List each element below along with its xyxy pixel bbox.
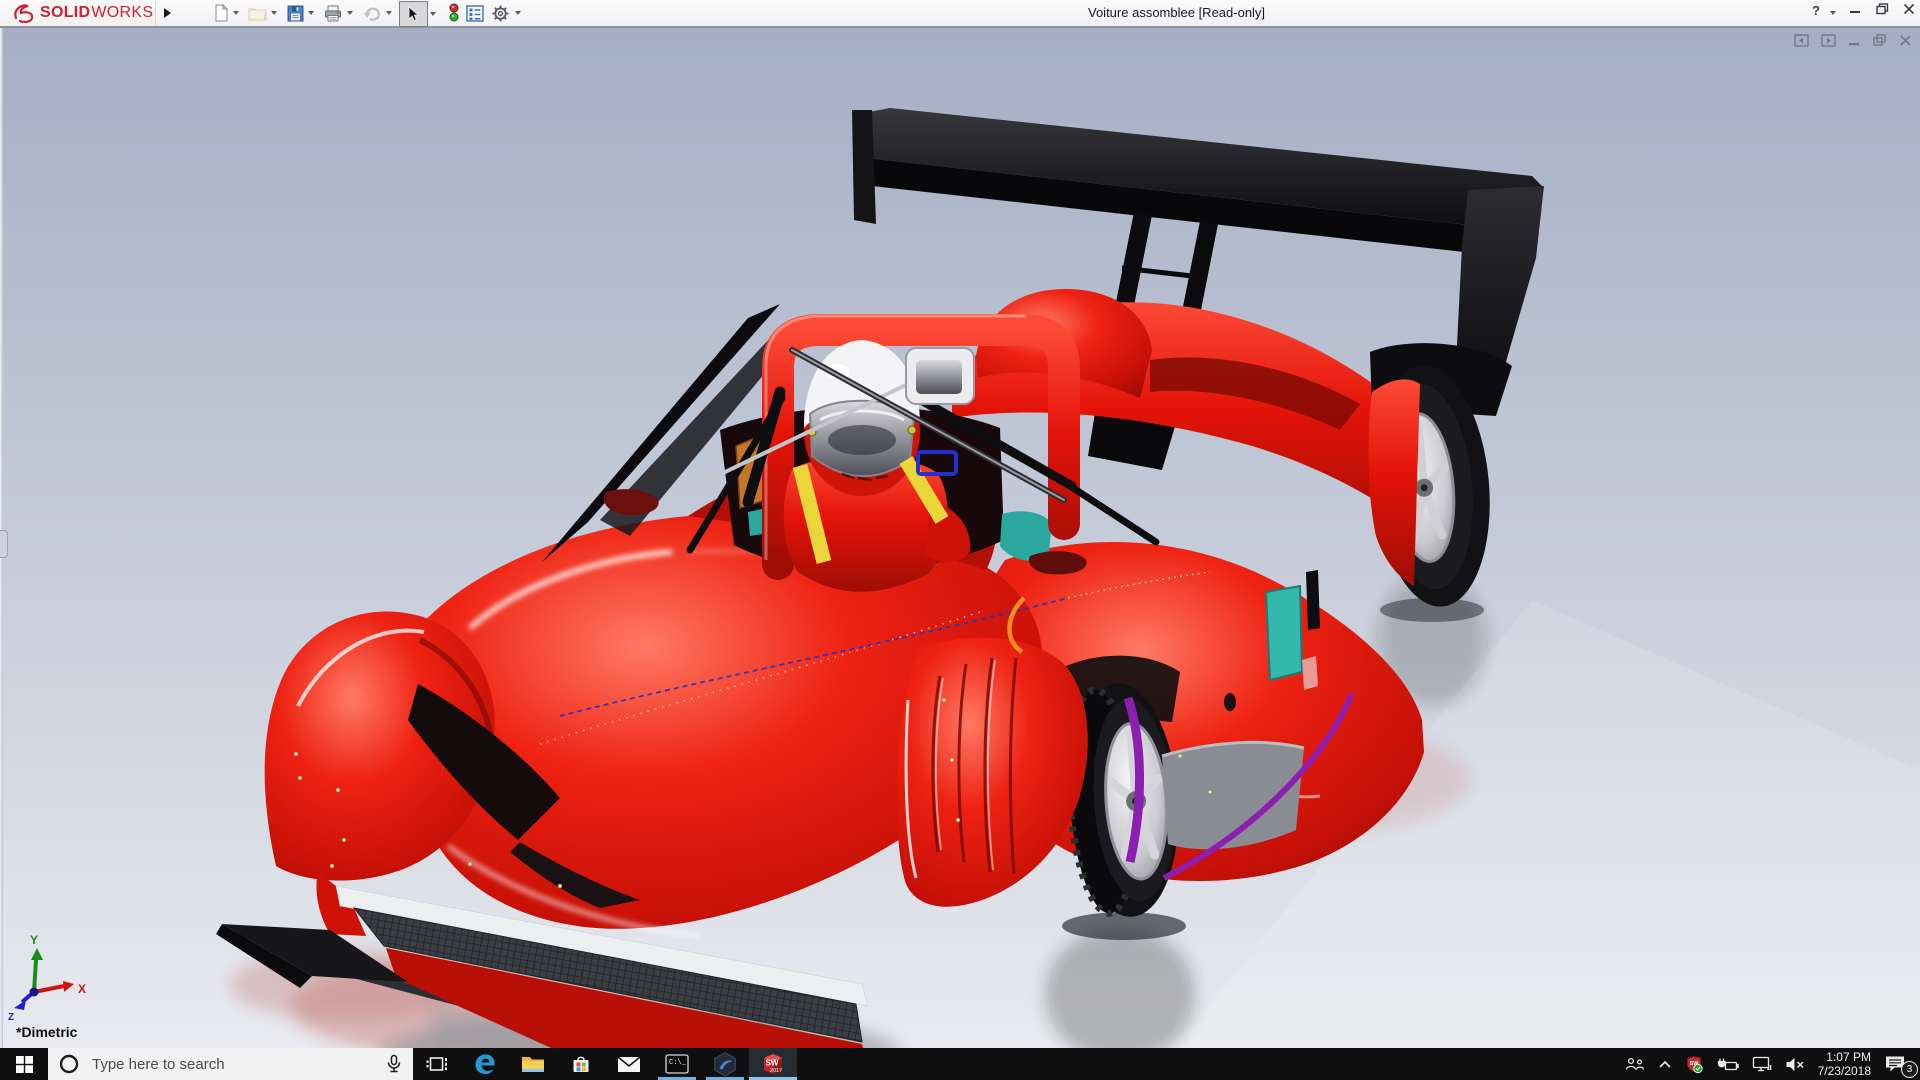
edge-button[interactable] [461,1048,509,1080]
triad-x-label: X [78,982,86,996]
edge-icon [473,1052,497,1076]
clock-date: 7/23/2018 [1818,1064,1871,1078]
doc-close-icon[interactable] [1899,34,1912,47]
solidworks-2017-icon: SW 2017 [759,1050,787,1078]
mail-icon [617,1056,641,1073]
hexagon-3d-app-icon [712,1051,738,1077]
tile-right-icon[interactable] [1821,34,1836,47]
command-prompt-icon: C:\_ [665,1054,689,1074]
microphone-icon[interactable] [385,1054,403,1074]
window-title: Voiture assomblee [Read-only] [1088,5,1265,20]
cortana-icon [58,1053,80,1075]
menu-flyout-arrow[interactable] [155,1,178,25]
people-icon[interactable] [1625,1056,1645,1072]
options-dropdown[interactable] [515,11,521,15]
file-explorer-button[interactable] [509,1048,557,1080]
save-dropdown[interactable] [308,11,314,15]
triad-y-label: Y [30,933,38,947]
task-view-icon [426,1055,448,1073]
panel-splitter-handle[interactable] [0,530,8,558]
side-mirror-right [1029,551,1087,574]
doc-minimize-icon[interactable] [1848,34,1861,47]
start-button[interactable] [0,1048,48,1080]
task-view-button[interactable] [413,1048,461,1080]
brand-solid: SOLID [40,4,90,22]
system-tray: SW 1:07 PM 7/23/2018 [1625,1048,1920,1080]
triad-z-label: Z [8,1012,14,1023]
restore-button[interactable] [1872,3,1892,18]
print-dropdown[interactable] [347,11,353,15]
document-window-controls [1794,34,1912,47]
sw-label: SW [766,1059,779,1068]
model-canvas[interactable]: Y X Z [0,28,1920,1080]
windows-logo-icon [16,1056,33,1073]
undo-dropdown[interactable] [386,11,392,15]
mail-button[interactable] [605,1048,653,1080]
windows-taskbar: C:\_ SW 2017 [0,1048,1920,1080]
new-document-icon[interactable] [210,2,232,24]
save-icon[interactable] [284,2,306,24]
rebuild-traffic-light-icon[interactable] [443,2,465,24]
command-prompt-button[interactable]: C:\_ [653,1048,701,1080]
file-explorer-icon [521,1054,545,1074]
solidworks-2017-button[interactable]: SW 2017 [749,1048,797,1080]
select-tool-dropdown[interactable] [430,12,436,16]
open-icon[interactable] [246,2,268,24]
search-input[interactable] [90,1055,334,1074]
action-center-button[interactable]: 3 [1884,1055,1914,1074]
open-dropdown[interactable] [271,11,277,15]
brand-works: WORKS [91,4,153,22]
view-orientation-label: *Dimetric [16,1024,77,1040]
graphics-viewport[interactable]: Y X Z [0,28,1920,1048]
hexagon-3d-app-button[interactable] [701,1048,749,1080]
clock-time: 1:07 PM [1818,1050,1871,1064]
rearview-mirror [906,348,974,404]
network-display-icon[interactable] [1752,1056,1772,1072]
solidworks-logo: SOLID WORKS [12,2,153,24]
side-window-teal [1266,586,1302,680]
wheel-shadow-front [1062,912,1186,940]
title-bar: SOLID WORKS Voiture assomblee [Read-only… [0,0,1920,28]
volume-muted-icon[interactable] [1785,1057,1805,1072]
store-icon [569,1052,593,1076]
minimize-button[interactable] [1845,3,1865,18]
close-button[interactable] [1899,3,1919,18]
undo-icon[interactable] [361,2,383,24]
cmd-label: C:\_ [669,1059,687,1067]
taskbar-search[interactable] [48,1048,413,1080]
tile-left-icon[interactable] [1794,34,1809,47]
solidworks-resource-monitor-icon[interactable]: SW [1685,1055,1704,1074]
power-plug-icon[interactable] [1717,1057,1739,1072]
chevron-up-icon[interactable] [1658,1059,1672,1069]
print-icon[interactable] [322,2,344,24]
select-tool-button[interactable] [399,1,428,27]
help-button[interactable]: ? [1806,3,1826,18]
sw-year: 2017 [770,1068,782,1074]
dassault-3s-icon [12,3,36,23]
help-dropdown[interactable] [1830,11,1836,15]
doc-restore-icon[interactable] [1873,34,1887,47]
file-properties-icon[interactable] [464,2,486,24]
options-gear-icon[interactable] [489,2,511,24]
store-button[interactable] [557,1048,605,1080]
taskbar-clock[interactable]: 1:07 PM 7/23/2018 [1818,1050,1871,1078]
new-document-dropdown[interactable] [233,11,239,15]
notification-badge: 3 [1901,1061,1918,1078]
